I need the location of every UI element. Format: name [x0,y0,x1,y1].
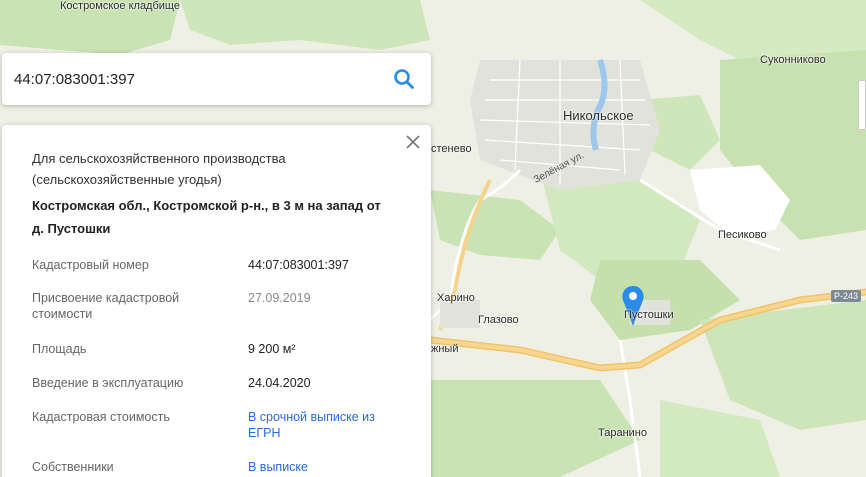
map-label-nikolskoe: Никольское [563,108,634,123]
map-label-pustoshki: Пустошки [624,309,674,321]
cadastral-number-value: 44:07:083001:397 [248,258,349,272]
map-label-cemetery: Костромское кладбище [60,0,180,12]
map-label-pesikovo: Песиково [718,229,767,241]
map-label-taranino: Таранино [598,427,647,439]
map-label-glazovo: Глазово [478,314,519,326]
owners-link[interactable]: В выписке [248,459,418,475]
area-label: Площадь [32,342,87,356]
cadastral-number-label: Кадастровый номер [32,258,149,272]
road-number-badge: Р-243 [831,290,862,302]
search-input[interactable] [2,70,372,88]
cadastral-value-link[interactable]: В срочной выписке из ЕГРН [248,409,388,441]
map-label-sukonnikovo: Суконниково [760,54,826,66]
map-label-stenevo: стенево [431,143,472,155]
valuation-date-value: 27.09.2019 [248,291,311,305]
map-label-harino: Харино [437,292,475,304]
cadastral-value-label: Кадастровая стоимость [32,410,170,424]
map-side-control[interactable] [858,80,866,130]
search-bar [2,53,431,105]
parcel-category: Для сельскохозяйственного производства (… [32,151,286,187]
search-button[interactable] [393,68,415,90]
commissioning-value: 24.04.2020 [248,376,311,390]
search-icon [394,69,414,89]
map-label-zhny: жный [431,343,459,355]
area-value: 9 200 м² [248,342,296,356]
commissioning-label: Введение в эксплуатацию [32,376,184,390]
close-button[interactable] [405,134,421,150]
close-icon [406,135,420,149]
owners-label: Собственники [32,460,114,474]
valuation-date-label: Присвоение кадастровой стоимости [32,291,180,321]
parcel-info-card: Для сельскохозяйственного производства (… [2,125,431,477]
parcel-address: Костромская обл., Костромской р-н., в 3 … [32,198,381,236]
